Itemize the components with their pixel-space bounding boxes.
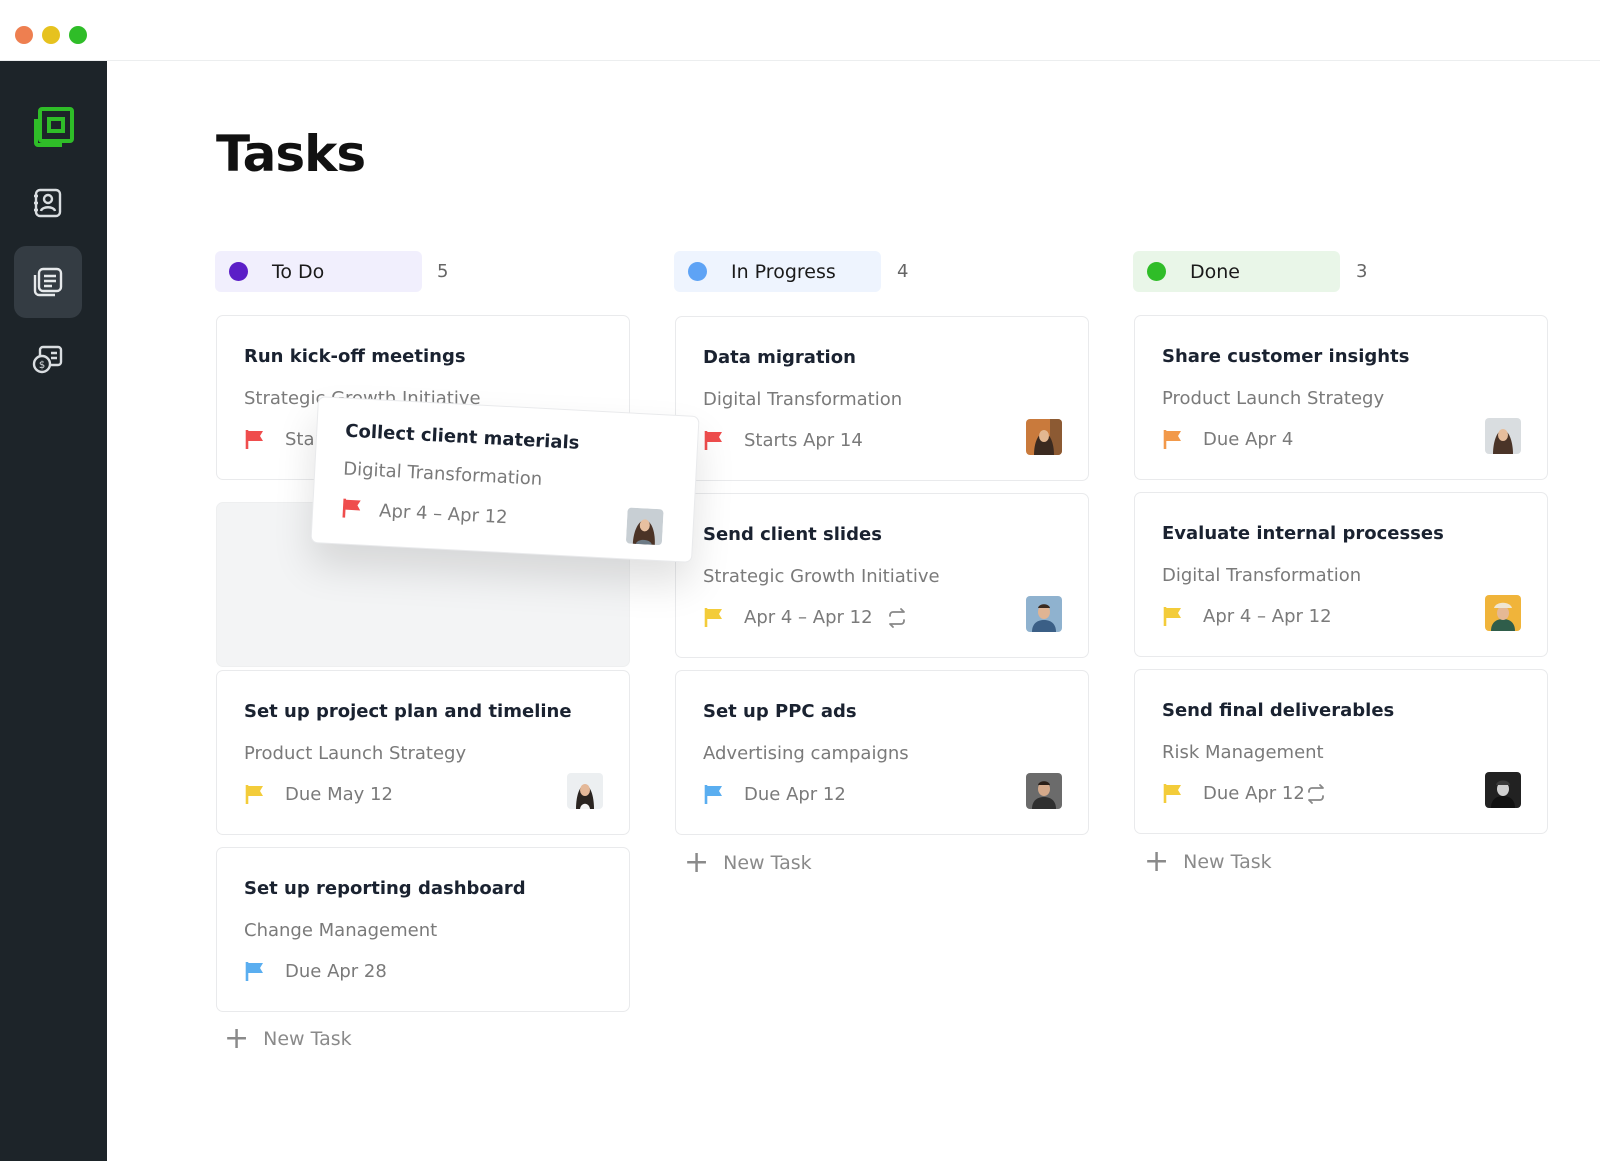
avatar[interactable] xyxy=(1485,418,1521,454)
status-dot-in-progress xyxy=(688,262,707,281)
red-flag-icon[interactable] xyxy=(341,496,364,519)
task-title: Evaluate internal processes xyxy=(1162,523,1444,544)
task-project: Change Management xyxy=(244,920,438,941)
column-count: 5 xyxy=(437,261,449,282)
plus-icon: + xyxy=(1144,844,1170,879)
dragged-task-card[interactable]: Collect client materials Digital Transfo… xyxy=(310,396,700,563)
task-date: Due Apr 4 xyxy=(1203,429,1294,450)
task-date: Due Apr 12 xyxy=(1203,783,1305,804)
main-content: Tasks To Do 5 In Progress 4 Done 3 Run k… xyxy=(107,61,1600,1161)
new-task-label: New Task xyxy=(1183,851,1272,873)
page-title: Tasks xyxy=(216,125,366,183)
sidebar-item-tasks[interactable] xyxy=(14,246,82,318)
sidebar: $ xyxy=(0,61,107,1161)
task-card[interactable]: Send final deliverables Risk Management … xyxy=(1134,669,1548,834)
task-card[interactable]: Set up reporting dashboard Change Manage… xyxy=(216,847,630,1012)
column-label: In Progress xyxy=(731,260,836,283)
column-header-done[interactable]: Done xyxy=(1133,251,1340,292)
tasks-icon xyxy=(33,267,63,297)
task-date: Apr 4 – Apr 12 xyxy=(1203,606,1332,627)
task-project: Product Launch Strategy xyxy=(244,743,467,764)
avatar[interactable] xyxy=(1485,595,1521,631)
new-task-label: New Task xyxy=(723,852,812,874)
column-count: 4 xyxy=(897,261,909,282)
new-task-button-done[interactable]: + New Task xyxy=(1144,844,1272,879)
repeat-icon xyxy=(889,608,905,628)
task-title: Set up project plan and timeline xyxy=(244,701,572,722)
close-window-button[interactable] xyxy=(15,26,33,44)
task-title: Run kick-off meetings xyxy=(244,346,466,367)
task-card[interactable]: Data migration Digital Transformation St… xyxy=(675,316,1089,481)
blue-flag-icon[interactable] xyxy=(244,960,266,982)
task-title: Data migration xyxy=(703,347,856,368)
avatar[interactable] xyxy=(1026,419,1062,455)
task-card[interactable]: Set up project plan and timeline Product… xyxy=(216,670,630,835)
blue-flag-icon[interactable] xyxy=(703,783,725,805)
plus-icon: + xyxy=(684,845,710,880)
task-date: Apr 4 – Apr 12 xyxy=(744,607,873,628)
task-project: Digital Transformation xyxy=(342,458,543,490)
task-card[interactable]: Evaluate internal processes Digital Tran… xyxy=(1134,492,1548,657)
repeat-icon xyxy=(1308,784,1324,804)
avatar[interactable] xyxy=(1026,596,1062,632)
task-card[interactable]: Share customer insights Product Launch S… xyxy=(1134,315,1548,480)
orange-flag-icon[interactable] xyxy=(1162,428,1184,450)
yellow-flag-icon[interactable] xyxy=(1162,782,1184,804)
task-project: Product Launch Strategy xyxy=(1162,388,1385,409)
column-count: 3 xyxy=(1356,261,1368,282)
app-logo-icon[interactable] xyxy=(32,105,76,149)
task-title: Send client slides xyxy=(703,524,882,545)
yellow-flag-icon[interactable] xyxy=(703,606,725,628)
new-task-button-todo[interactable]: + New Task xyxy=(224,1021,352,1056)
task-project: Digital Transformation xyxy=(1162,565,1362,586)
column-header-in-progress[interactable]: In Progress xyxy=(674,251,881,292)
task-date: Due Apr 28 xyxy=(285,961,387,982)
plus-icon: + xyxy=(224,1021,250,1056)
contacts-icon xyxy=(34,188,62,218)
billing-icon: $ xyxy=(32,345,63,374)
sidebar-item-billing[interactable]: $ xyxy=(14,323,82,395)
task-date: Due Apr 12 xyxy=(744,784,846,805)
avatar[interactable] xyxy=(567,773,603,809)
task-title: Send final deliverables xyxy=(1162,700,1395,721)
task-title: Share customer insights xyxy=(1162,346,1410,367)
red-flag-icon[interactable] xyxy=(244,428,266,450)
task-project: Strategic Growth Initiative xyxy=(703,566,940,587)
column-header-todo[interactable]: To Do xyxy=(215,251,422,292)
red-flag-icon[interactable] xyxy=(703,429,725,451)
new-task-button-in-progress[interactable]: + New Task xyxy=(684,845,812,880)
window-titlebar xyxy=(0,0,1600,61)
avatar[interactable] xyxy=(1485,772,1521,808)
task-card[interactable]: Send client slides Strategic Growth Init… xyxy=(675,493,1089,658)
task-card[interactable]: Set up PPC ads Advertising campaigns Due… xyxy=(675,670,1089,835)
minimize-window-button[interactable] xyxy=(42,26,60,44)
task-date: Starts Apr 14 xyxy=(744,430,863,451)
new-task-label: New Task xyxy=(263,1028,352,1050)
column-label: To Do xyxy=(272,260,325,283)
task-date: Due May 12 xyxy=(285,784,393,805)
task-project: Advertising campaigns xyxy=(703,743,909,764)
task-project: Digital Transformation xyxy=(703,389,903,410)
svg-text:$: $ xyxy=(39,360,45,371)
avatar[interactable] xyxy=(625,507,664,546)
yellow-flag-icon[interactable] xyxy=(244,783,266,805)
column-label: Done xyxy=(1190,260,1240,283)
task-title: Set up PPC ads xyxy=(703,701,857,722)
sidebar-item-contacts[interactable] xyxy=(14,167,82,239)
yellow-flag-icon[interactable] xyxy=(1162,605,1184,627)
status-dot-done xyxy=(1147,262,1166,281)
avatar[interactable] xyxy=(1026,773,1062,809)
status-dot-todo xyxy=(229,262,248,281)
task-title: Set up reporting dashboard xyxy=(244,878,526,899)
task-title: Collect client materials xyxy=(344,420,580,454)
task-date: Apr 4 – Apr 12 xyxy=(378,500,509,529)
task-project: Risk Management xyxy=(1162,742,1324,763)
maximize-window-button[interactable] xyxy=(69,26,87,44)
